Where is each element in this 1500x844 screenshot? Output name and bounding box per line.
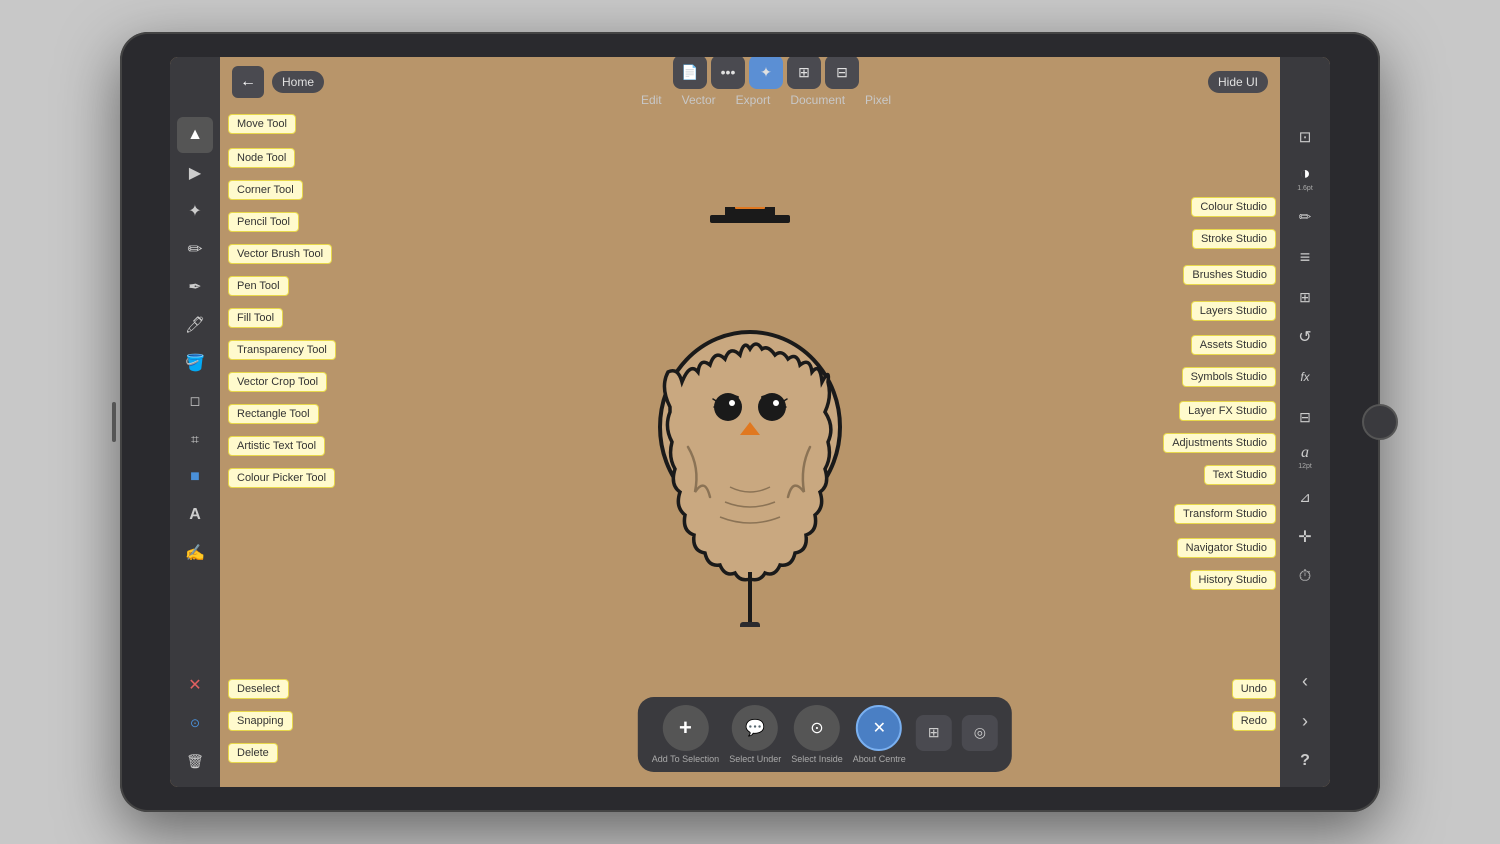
right-sidebar: ⊡ ◑ 1.6pt ✏ ≡ ⊞ ↺ fx ⊟ a 12pt ⊿ (1280, 57, 1330, 787)
layers-studio-label: Layers Studio (1191, 301, 1276, 321)
about-centre-label: About Centre (853, 754, 906, 764)
layer-fx-studio-label: Layer FX Studio (1179, 401, 1276, 421)
adjustments-studio-label: Adjustments Studio (1163, 433, 1276, 453)
pencil-tool-btn[interactable]: ✏ (177, 231, 213, 267)
close-btn[interactable]: ✕ (177, 667, 213, 703)
snapping-btn[interactable]: ⊙ (177, 705, 213, 741)
crop-tool-btn[interactable]: ⌗ (177, 421, 213, 457)
select-inside-label: Select Inside (791, 754, 843, 764)
next-icon[interactable]: › (1287, 703, 1323, 739)
colour-wheel-icon[interactable]: ◑ 1.6pt (1287, 159, 1323, 195)
home-button[interactable]: Home (272, 71, 324, 93)
hide-ui-icon[interactable]: ⊡ (1287, 119, 1323, 155)
vector-menu[interactable]: Vector (676, 91, 722, 109)
help-icon[interactable]: ? (1287, 743, 1323, 779)
select-type2-btn[interactable]: ◎ (962, 715, 998, 751)
about-centre-btn[interactable]: ✕ (856, 705, 902, 751)
stroke-studio-label: Stroke Studio (1192, 229, 1276, 249)
pen-tool-btn[interactable]: 🖊 (177, 307, 213, 343)
rectangle-tool-btn[interactable]: ■ (177, 459, 213, 495)
histogram-icon[interactable]: ⊿ (1287, 479, 1323, 515)
prev-icon[interactable]: ‹ (1287, 663, 1323, 699)
text-tool-btn[interactable]: A (177, 497, 213, 533)
hide-ui-button[interactable]: Hide UI (1208, 71, 1268, 93)
assets-icon[interactable]: ⊞ (1287, 279, 1323, 315)
overflow-btn[interactable]: ••• (711, 57, 745, 89)
owl-illustration (610, 207, 890, 627)
history-icon[interactable]: ⏱ (1287, 559, 1323, 595)
top-toolbar: ← Home 📄 ••• ✦ ⊞ ⊟ Edit Vector Export Do (220, 57, 1280, 107)
fill-tool-btn[interactable]: 🪣 (177, 345, 213, 381)
add-to-selection-btn[interactable]: + (662, 705, 708, 751)
edit-menu[interactable]: Edit (635, 91, 668, 109)
select-under-btn[interactable]: 💬 (732, 705, 778, 751)
transform-studio-label: Transform Studio (1174, 504, 1276, 524)
add-to-selection-label: Add To Selection (652, 754, 719, 764)
select-type1-btn[interactable]: ⊞ (916, 715, 952, 751)
colour-studio-label: Colour Studio (1191, 197, 1276, 217)
symbols-icon[interactable]: ↺ (1287, 319, 1323, 355)
vector-brush-tool-btn[interactable]: ✒ (177, 269, 213, 305)
back-button[interactable]: ← (232, 66, 264, 98)
history-studio-label: History Studio (1190, 570, 1276, 590)
adjustments-icon[interactable]: ⊟ (1287, 399, 1323, 435)
corner-tool-btn[interactable]: ✦ (177, 193, 213, 229)
text-icon[interactable]: a 12pt (1287, 439, 1323, 475)
layers-icon[interactable]: ≡ (1287, 239, 1323, 275)
document-menu[interactable]: Document (784, 91, 851, 109)
document-icon-btn[interactable]: 📄 (673, 57, 707, 89)
export-menu[interactable]: Export (730, 91, 777, 109)
assets-studio-label: Assets Studio (1191, 335, 1276, 355)
left-sidebar: ▲ ▶ ✦ ✏ ✒ 🖊 🪣 ◻ ⌗ ■ A ✍ ✕ ⊙ (170, 57, 220, 787)
select-tool-btn[interactable]: ▲ (177, 117, 213, 153)
text-studio-label: Text Studio (1204, 465, 1276, 485)
pixel-preview-btn[interactable]: ⊟ (825, 57, 859, 89)
brush-stroke-icon[interactable]: ✏ (1287, 199, 1323, 235)
grid-btn[interactable]: ⊞ (787, 57, 821, 89)
fx-icon[interactable]: fx (1287, 359, 1323, 395)
navigator-icon[interactable]: ✛ (1287, 519, 1323, 555)
brushes-studio-label: Brushes Studio (1183, 265, 1276, 285)
node-tool-btn[interactable]: ▶ (177, 155, 213, 191)
navigator-studio-label: Navigator Studio (1177, 538, 1276, 558)
transparency-tool-btn[interactable]: ◻ (177, 383, 213, 419)
select-inside-btn[interactable]: ⊙ (794, 705, 840, 751)
colour-picker-tool-btn[interactable]: ✍ (177, 535, 213, 571)
vector-mode-btn[interactable]: ✦ (749, 57, 783, 89)
symbols-studio-label: Symbols Studio (1182, 367, 1276, 387)
pixel-menu[interactable]: Pixel (859, 91, 897, 109)
delete-btn[interactable]: 🗑 (177, 743, 213, 779)
select-under-label: Select Under (729, 754, 781, 764)
